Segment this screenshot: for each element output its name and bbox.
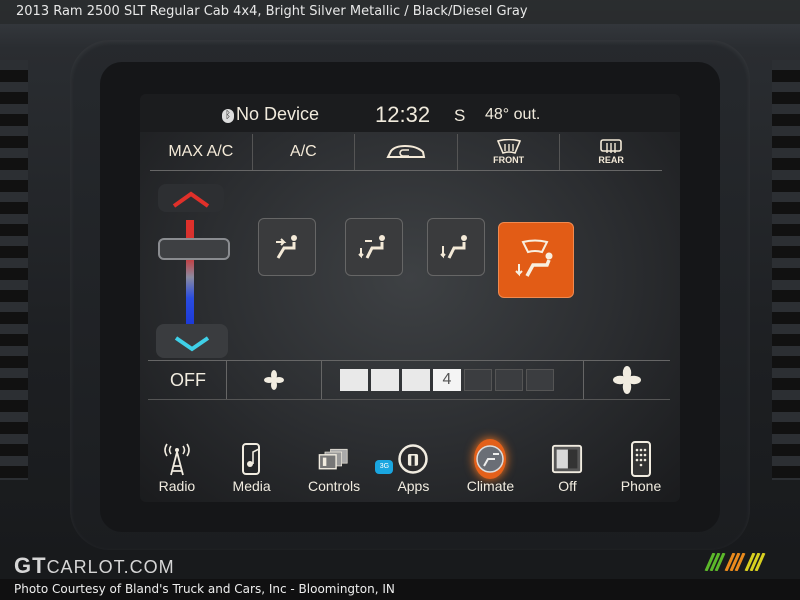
nav-climate-label: Climate bbox=[466, 478, 515, 494]
fan-off-button[interactable]: OFF bbox=[148, 370, 226, 391]
nav-phone-label: Phone bbox=[620, 478, 662, 494]
watermark-gt: GT bbox=[14, 553, 47, 578]
bluetooth-status[interactable]: ᛒ No Device bbox=[222, 104, 319, 125]
compass-heading: S bbox=[454, 106, 466, 125]
mode-panel-button[interactable] bbox=[258, 218, 316, 276]
chevron-up-icon bbox=[172, 191, 210, 208]
front-defrost-icon bbox=[496, 139, 521, 154]
temp-down-button[interactable] bbox=[156, 324, 228, 358]
temperature-gradient-bar bbox=[186, 220, 194, 324]
air-vent-right bbox=[772, 60, 800, 480]
climate-top-controls: MAX A/C A/C FRONT REAR bbox=[150, 134, 662, 171]
phone-icon bbox=[631, 441, 651, 477]
mode-floor-button[interactable] bbox=[427, 218, 485, 276]
max-ac-label: MAX A/C bbox=[168, 143, 234, 160]
temperature-slider-handle[interactable] bbox=[158, 238, 230, 260]
nav-apps-label: Apps bbox=[397, 478, 430, 494]
bluetooth-icon: ᛒ bbox=[222, 109, 234, 123]
fan-speed-segment[interactable] bbox=[464, 369, 492, 391]
fan-speed-segment[interactable] bbox=[402, 369, 430, 391]
nav-controls-label: Controls bbox=[307, 478, 361, 494]
front-defrost-label: FRONT bbox=[493, 155, 525, 165]
rear-defrost-label: REAR bbox=[598, 155, 624, 165]
mode-floor-defrost-button[interactable] bbox=[498, 222, 574, 298]
apps-icon bbox=[398, 444, 429, 474]
fan-speed-segment[interactable]: 4 bbox=[433, 369, 461, 391]
panel-vent-icon bbox=[276, 235, 297, 259]
nav-controls[interactable]: Controls bbox=[308, 442, 360, 494]
clock: 12:32 bbox=[375, 102, 431, 127]
watermark-rest: CARLOT.COM bbox=[46, 557, 175, 577]
fan-speed-segment[interactable] bbox=[371, 369, 399, 391]
media-icon bbox=[241, 443, 260, 475]
uconnect-screen: ᛒ No Device 12:32 S 48° out. MAX A/C A/C … bbox=[140, 94, 680, 502]
nav-radio[interactable]: Radio bbox=[158, 442, 196, 494]
mode-bilevel-button[interactable] bbox=[345, 218, 403, 276]
bilevel-vent-icon bbox=[358, 235, 385, 259]
device-label: No Device bbox=[236, 104, 320, 124]
fan-speed-slider[interactable]: 4 bbox=[322, 369, 583, 391]
photo-title: 2013 Ram 2500 SLT Regular Cab 4x4, Brigh… bbox=[0, 0, 800, 24]
recirculation-button[interactable] bbox=[355, 134, 458, 170]
nav-climate[interactable]: Climate bbox=[466, 439, 515, 494]
nav-phone[interactable]: Phone bbox=[620, 441, 662, 494]
fan-speed-segment[interactable] bbox=[526, 369, 554, 391]
max-ac-button[interactable]: MAX A/C bbox=[150, 134, 253, 170]
gtcarlot-stripes-logo bbox=[704, 553, 766, 571]
temp-up-button[interactable] bbox=[158, 184, 224, 212]
climate-icon bbox=[474, 439, 507, 479]
outside-temperature: 48° out. bbox=[485, 106, 541, 123]
3g-badge: 3G bbox=[375, 460, 394, 474]
ac-button[interactable]: A/C bbox=[253, 134, 356, 170]
nav-apps[interactable]: 3G Apps bbox=[375, 442, 430, 494]
fan-speed-segment[interactable] bbox=[340, 369, 368, 391]
nav-screen-off[interactable]: Off bbox=[551, 442, 583, 494]
temperature-control bbox=[154, 182, 230, 362]
ac-label: A/C bbox=[290, 143, 317, 160]
status-bar: ᛒ No Device 12:32 S 48° out. bbox=[140, 94, 680, 132]
screen-off-icon bbox=[552, 444, 583, 474]
chevron-down-icon bbox=[174, 336, 210, 352]
fan-speed-segment[interactable] bbox=[495, 369, 523, 391]
fan-large-icon bbox=[613, 366, 641, 394]
fan-speed-row: OFF 4 bbox=[148, 360, 670, 400]
radio-tower-icon bbox=[164, 443, 190, 476]
bottom-navigation: Radio Media Controls 3G Apps Climate Off… bbox=[140, 424, 680, 502]
recirculation-icon bbox=[386, 144, 426, 158]
front-defrost-button[interactable]: FRONT bbox=[458, 134, 561, 170]
nav-radio-label: Radio bbox=[158, 478, 196, 494]
floor-vent-icon bbox=[440, 235, 467, 259]
fan-decrease-button[interactable] bbox=[226, 361, 322, 399]
nav-media[interactable]: Media bbox=[233, 442, 271, 494]
air-vent-left bbox=[0, 60, 28, 480]
rear-defrost-icon bbox=[600, 139, 622, 153]
gtcarlot-watermark: GTCARLOT.COM bbox=[14, 553, 175, 579]
floor-defrost-icon bbox=[515, 239, 553, 277]
fan-increase-button[interactable] bbox=[583, 361, 670, 399]
photo-credit: Photo Courtesy of Bland's Truck and Cars… bbox=[0, 579, 800, 600]
rear-defrost-button[interactable]: REAR bbox=[560, 134, 662, 170]
nav-media-label: Media bbox=[232, 478, 271, 494]
controls-icon bbox=[318, 448, 348, 470]
nav-off-label: Off bbox=[558, 478, 577, 494]
fan-small-icon bbox=[264, 370, 284, 390]
